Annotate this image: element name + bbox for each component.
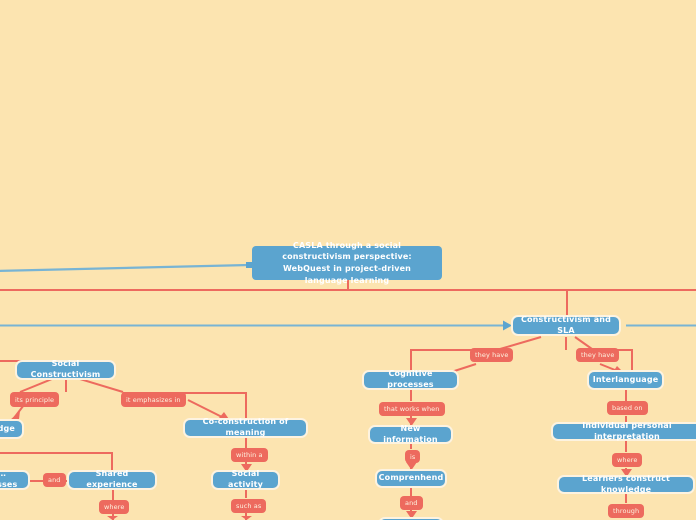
node-constructivism-and-sla[interactable]: Constructivism and SLA bbox=[511, 315, 621, 336]
label-they-have-right[interactable]: they have bbox=[576, 348, 620, 362]
such-as-down bbox=[245, 513, 247, 520]
label-they-have-left[interactable]: they have bbox=[470, 348, 514, 362]
link-emphasizes-to-coconstruction bbox=[187, 399, 227, 420]
label-is[interactable]: is bbox=[405, 450, 421, 463]
comprehend-to-and bbox=[410, 488, 412, 496]
cognitive-to-that-works-when bbox=[410, 390, 412, 401]
node-interlanguage[interactable]: Interlanguage bbox=[587, 370, 664, 390]
label-through[interactable]: through bbox=[608, 504, 645, 518]
label-and-center[interactable]: and bbox=[400, 496, 423, 510]
link-sc-to-its-principle bbox=[19, 378, 53, 393]
where-left-down bbox=[112, 514, 114, 520]
node-new-information[interactable]: New information bbox=[368, 424, 453, 444]
node-co-construction-of-meaning[interactable]: Co-construction of meaning bbox=[183, 417, 308, 438]
label-its-principle[interactable]: its principle bbox=[10, 392, 60, 407]
link-sc-to-emphasizes bbox=[79, 378, 124, 393]
node-cognitive-processes[interactable]: Cognitive processes bbox=[362, 369, 459, 390]
node-social-activity[interactable]: Social activity bbox=[211, 469, 280, 490]
interlanguage-to-based-on bbox=[625, 390, 627, 401]
label-based-on[interactable]: based on bbox=[607, 401, 648, 415]
cognitive-column-drop bbox=[410, 349, 412, 370]
node-learners-construct-knowledge[interactable]: Learners construct knowledge bbox=[557, 474, 695, 494]
concept-map-canvas: CASLA through a social constructivism pe… bbox=[0, 0, 696, 520]
sc-center-drop bbox=[65, 379, 67, 392]
interlanguage-column-drop bbox=[631, 349, 633, 370]
node-knowledge-clipped[interactable]: …edge bbox=[0, 419, 24, 439]
lower-left-bus-drop bbox=[111, 452, 113, 471]
label-it-emphasizes-in[interactable]: it emphasizes in bbox=[121, 392, 186, 407]
node-individual-personal-interpretation[interactable]: Individual personal interpretation bbox=[551, 421, 696, 441]
lower-left-bus-line bbox=[0, 452, 112, 454]
sla-center-drop bbox=[565, 337, 567, 350]
coconstruction-to-within-a bbox=[245, 438, 247, 448]
label-and-left[interactable]: and bbox=[43, 473, 66, 487]
individual-to-where bbox=[625, 441, 627, 452]
label-within-a[interactable]: within a bbox=[231, 448, 268, 462]
label-where-right[interactable]: where bbox=[612, 453, 643, 467]
node-comprehend[interactable]: Comprenhend bbox=[375, 469, 447, 488]
node-processes-clipped[interactable]: …cesses bbox=[0, 469, 30, 490]
label-where-left[interactable]: where bbox=[99, 500, 130, 514]
shared-experience-to-where bbox=[112, 490, 114, 500]
node-title-casla[interactable]: CASLA through a social constructivism pe… bbox=[252, 241, 442, 285]
node-shared-experience[interactable]: Shared experience bbox=[67, 469, 157, 490]
label-that-works-when[interactable]: that works when bbox=[379, 402, 445, 416]
bus-to-sla-drop bbox=[566, 289, 568, 316]
title-incoming-blue-line bbox=[0, 263, 250, 272]
learners-to-through bbox=[625, 494, 627, 503]
node-social-constructivism[interactable]: Social Constructivism bbox=[15, 359, 116, 380]
label-such-as[interactable]: such as bbox=[231, 499, 267, 513]
coconstruction-drop bbox=[245, 392, 247, 418]
